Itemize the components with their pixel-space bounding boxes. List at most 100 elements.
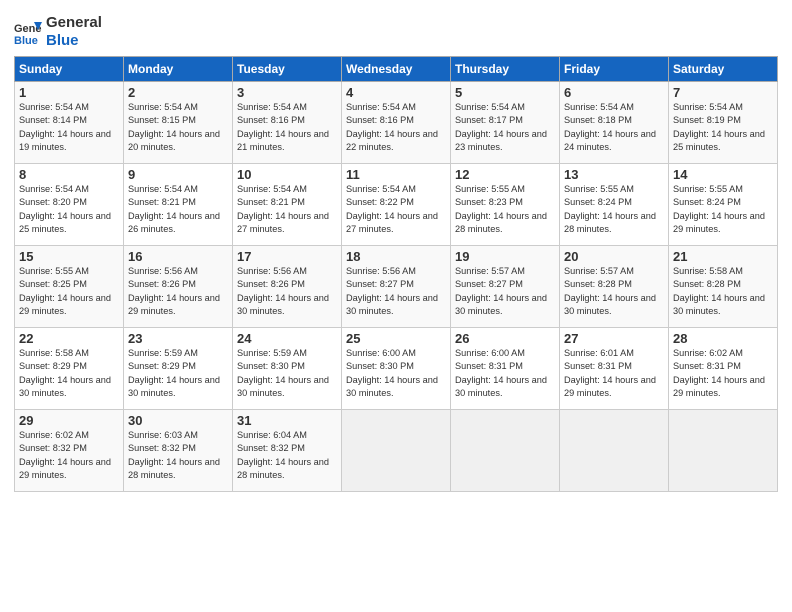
day-number: 31 <box>237 413 337 428</box>
day-header-friday: Friday <box>560 57 669 82</box>
day-info: Sunrise: 5:55 AMSunset: 8:24 PMDaylight:… <box>673 183 773 236</box>
day-number: 21 <box>673 249 773 264</box>
calendar-cell: 27Sunrise: 6:01 AMSunset: 8:31 PMDayligh… <box>560 328 669 410</box>
day-info: Sunrise: 5:56 AMSunset: 8:26 PMDaylight:… <box>128 265 228 318</box>
calendar-cell <box>669 410 778 492</box>
calendar-cell: 3Sunrise: 5:54 AMSunset: 8:16 PMDaylight… <box>233 82 342 164</box>
day-info: Sunrise: 5:55 AMSunset: 8:25 PMDaylight:… <box>19 265 119 318</box>
day-info: Sunrise: 5:54 AMSunset: 8:21 PMDaylight:… <box>128 183 228 236</box>
calendar-cell: 2Sunrise: 5:54 AMSunset: 8:15 PMDaylight… <box>124 82 233 164</box>
day-number: 14 <box>673 167 773 182</box>
day-number: 8 <box>19 167 119 182</box>
day-info: Sunrise: 5:54 AMSunset: 8:15 PMDaylight:… <box>128 101 228 154</box>
day-header-saturday: Saturday <box>669 57 778 82</box>
calendar-cell: 13Sunrise: 5:55 AMSunset: 8:24 PMDayligh… <box>560 164 669 246</box>
calendar-cell <box>342 410 451 492</box>
day-info: Sunrise: 5:59 AMSunset: 8:30 PMDaylight:… <box>237 347 337 400</box>
calendar-cell: 8Sunrise: 5:54 AMSunset: 8:20 PMDaylight… <box>15 164 124 246</box>
day-number: 20 <box>564 249 664 264</box>
logo-line2: Blue <box>46 32 102 50</box>
day-info: Sunrise: 6:04 AMSunset: 8:32 PMDaylight:… <box>237 429 337 482</box>
calendar-cell <box>451 410 560 492</box>
calendar-table: SundayMondayTuesdayWednesdayThursdayFrid… <box>14 56 778 492</box>
day-info: Sunrise: 5:55 AMSunset: 8:23 PMDaylight:… <box>455 183 555 236</box>
day-header-wednesday: Wednesday <box>342 57 451 82</box>
calendar-cell: 12Sunrise: 5:55 AMSunset: 8:23 PMDayligh… <box>451 164 560 246</box>
logo-line1: General <box>46 14 102 32</box>
day-number: 30 <box>128 413 228 428</box>
day-header-thursday: Thursday <box>451 57 560 82</box>
day-info: Sunrise: 5:58 AMSunset: 8:28 PMDaylight:… <box>673 265 773 318</box>
day-info: Sunrise: 5:54 AMSunset: 8:14 PMDaylight:… <box>19 101 119 154</box>
calendar-cell: 31Sunrise: 6:04 AMSunset: 8:32 PMDayligh… <box>233 410 342 492</box>
day-number: 13 <box>564 167 664 182</box>
day-info: Sunrise: 6:00 AMSunset: 8:30 PMDaylight:… <box>346 347 446 400</box>
day-number: 9 <box>128 167 228 182</box>
calendar-header-row: SundayMondayTuesdayWednesdayThursdayFrid… <box>15 57 778 82</box>
day-number: 26 <box>455 331 555 346</box>
calendar-week-4: 22Sunrise: 5:58 AMSunset: 8:29 PMDayligh… <box>15 328 778 410</box>
calendar-cell: 23Sunrise: 5:59 AMSunset: 8:29 PMDayligh… <box>124 328 233 410</box>
day-number: 7 <box>673 85 773 100</box>
calendar-week-5: 29Sunrise: 6:02 AMSunset: 8:32 PMDayligh… <box>15 410 778 492</box>
day-header-sunday: Sunday <box>15 57 124 82</box>
day-number: 11 <box>346 167 446 182</box>
calendar-cell: 4Sunrise: 5:54 AMSunset: 8:16 PMDaylight… <box>342 82 451 164</box>
calendar-cell: 21Sunrise: 5:58 AMSunset: 8:28 PMDayligh… <box>669 246 778 328</box>
day-info: Sunrise: 6:01 AMSunset: 8:31 PMDaylight:… <box>564 347 664 400</box>
calendar-cell: 6Sunrise: 5:54 AMSunset: 8:18 PMDaylight… <box>560 82 669 164</box>
calendar-cell: 28Sunrise: 6:02 AMSunset: 8:31 PMDayligh… <box>669 328 778 410</box>
day-info: Sunrise: 5:54 AMSunset: 8:16 PMDaylight:… <box>237 101 337 154</box>
day-number: 25 <box>346 331 446 346</box>
day-number: 16 <box>128 249 228 264</box>
day-info: Sunrise: 6:03 AMSunset: 8:32 PMDaylight:… <box>128 429 228 482</box>
calendar-cell: 7Sunrise: 5:54 AMSunset: 8:19 PMDaylight… <box>669 82 778 164</box>
day-header-tuesday: Tuesday <box>233 57 342 82</box>
calendar-cell: 19Sunrise: 5:57 AMSunset: 8:27 PMDayligh… <box>451 246 560 328</box>
day-info: Sunrise: 5:54 AMSunset: 8:20 PMDaylight:… <box>19 183 119 236</box>
day-info: Sunrise: 6:02 AMSunset: 8:31 PMDaylight:… <box>673 347 773 400</box>
day-number: 24 <box>237 331 337 346</box>
calendar-cell: 22Sunrise: 5:58 AMSunset: 8:29 PMDayligh… <box>15 328 124 410</box>
day-number: 17 <box>237 249 337 264</box>
calendar-cell: 30Sunrise: 6:03 AMSunset: 8:32 PMDayligh… <box>124 410 233 492</box>
day-number: 3 <box>237 85 337 100</box>
calendar-cell: 17Sunrise: 5:56 AMSunset: 8:26 PMDayligh… <box>233 246 342 328</box>
day-number: 1 <box>19 85 119 100</box>
day-number: 29 <box>19 413 119 428</box>
calendar-cell <box>560 410 669 492</box>
day-info: Sunrise: 5:54 AMSunset: 8:22 PMDaylight:… <box>346 183 446 236</box>
day-number: 27 <box>564 331 664 346</box>
day-info: Sunrise: 5:54 AMSunset: 8:19 PMDaylight:… <box>673 101 773 154</box>
day-number: 2 <box>128 85 228 100</box>
calendar-cell: 11Sunrise: 5:54 AMSunset: 8:22 PMDayligh… <box>342 164 451 246</box>
calendar-cell: 24Sunrise: 5:59 AMSunset: 8:30 PMDayligh… <box>233 328 342 410</box>
day-info: Sunrise: 6:02 AMSunset: 8:32 PMDaylight:… <box>19 429 119 482</box>
day-info: Sunrise: 6:00 AMSunset: 8:31 PMDaylight:… <box>455 347 555 400</box>
day-number: 4 <box>346 85 446 100</box>
day-info: Sunrise: 5:54 AMSunset: 8:16 PMDaylight:… <box>346 101 446 154</box>
calendar-cell: 9Sunrise: 5:54 AMSunset: 8:21 PMDaylight… <box>124 164 233 246</box>
logo-icon: Gene Blue <box>14 18 42 46</box>
calendar-week-3: 15Sunrise: 5:55 AMSunset: 8:25 PMDayligh… <box>15 246 778 328</box>
day-number: 12 <box>455 167 555 182</box>
calendar-week-2: 8Sunrise: 5:54 AMSunset: 8:20 PMDaylight… <box>15 164 778 246</box>
day-info: Sunrise: 5:58 AMSunset: 8:29 PMDaylight:… <box>19 347 119 400</box>
day-number: 28 <box>673 331 773 346</box>
day-info: Sunrise: 5:54 AMSunset: 8:17 PMDaylight:… <box>455 101 555 154</box>
day-header-monday: Monday <box>124 57 233 82</box>
day-number: 22 <box>19 331 119 346</box>
calendar-cell: 15Sunrise: 5:55 AMSunset: 8:25 PMDayligh… <box>15 246 124 328</box>
day-number: 6 <box>564 85 664 100</box>
day-info: Sunrise: 5:54 AMSunset: 8:21 PMDaylight:… <box>237 183 337 236</box>
calendar-cell: 1Sunrise: 5:54 AMSunset: 8:14 PMDaylight… <box>15 82 124 164</box>
calendar-cell: 16Sunrise: 5:56 AMSunset: 8:26 PMDayligh… <box>124 246 233 328</box>
svg-text:Blue: Blue <box>14 35 38 46</box>
calendar-cell: 5Sunrise: 5:54 AMSunset: 8:17 PMDaylight… <box>451 82 560 164</box>
day-info: Sunrise: 5:55 AMSunset: 8:24 PMDaylight:… <box>564 183 664 236</box>
calendar-cell: 14Sunrise: 5:55 AMSunset: 8:24 PMDayligh… <box>669 164 778 246</box>
day-info: Sunrise: 5:57 AMSunset: 8:28 PMDaylight:… <box>564 265 664 318</box>
calendar-cell: 25Sunrise: 6:00 AMSunset: 8:30 PMDayligh… <box>342 328 451 410</box>
day-number: 10 <box>237 167 337 182</box>
day-info: Sunrise: 5:54 AMSunset: 8:18 PMDaylight:… <box>564 101 664 154</box>
